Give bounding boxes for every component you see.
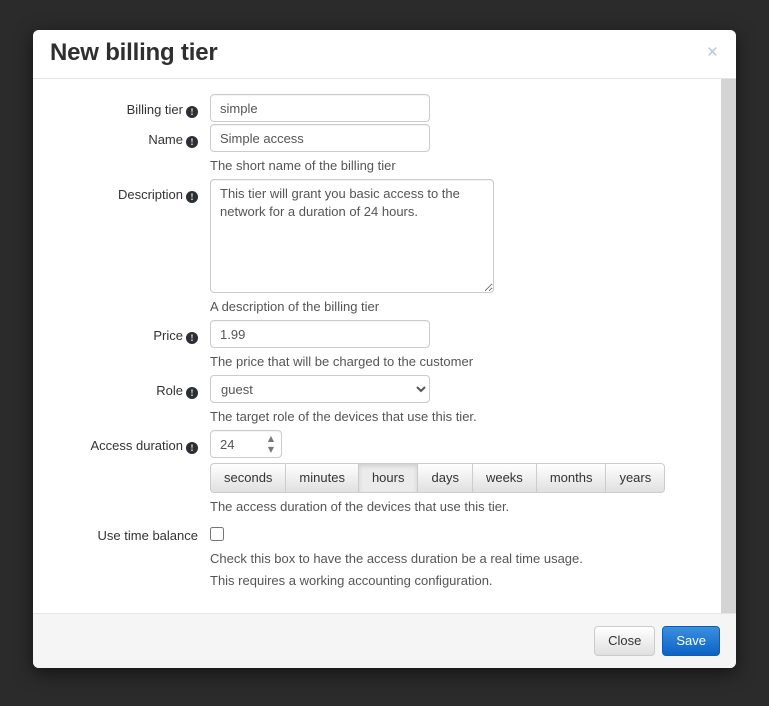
name-control: The short name of the billing tier <box>210 124 721 179</box>
stepper-down-icon[interactable]: ▼ <box>264 444 278 455</box>
name-input[interactable] <box>210 124 430 152</box>
info-icon[interactable]: ! <box>186 136 198 148</box>
billing-tier-label: Billing tier! <box>33 94 210 119</box>
use-time-balance-checkbox[interactable] <box>210 527 224 541</box>
close-icon[interactable]: × <box>703 41 722 64</box>
stepper-up-icon[interactable]: ▲ <box>264 433 278 444</box>
name-label-text: Name <box>148 132 183 147</box>
duration-unit-years[interactable]: years <box>605 463 666 493</box>
price-help: The price that will be charged to the cu… <box>210 354 474 369</box>
field-row-billing-tier: Billing tier! <box>33 94 721 122</box>
role-select[interactable]: guest <box>210 375 430 403</box>
body-scrollbar[interactable] <box>721 79 736 613</box>
scrollbar-thumb[interactable] <box>721 79 736 613</box>
field-row-use-time-balance: Use time balance Check this box to have … <box>33 520 721 594</box>
billing-tier-help: The short name of the billing tier <box>210 158 396 173</box>
role-control: guest The target role of the devices tha… <box>210 375 721 430</box>
price-control: The price that will be charged to the cu… <box>210 320 721 375</box>
description-textarea[interactable]: This tier will grant you basic access to… <box>210 179 494 293</box>
access-duration-label-text: Access duration <box>90 438 184 453</box>
page-title: New billing tier <box>50 39 218 66</box>
role-help: The target role of the devices that use … <box>210 409 477 424</box>
close-button[interactable]: Close <box>594 626 656 656</box>
field-row-description: Description! This tier will grant you ba… <box>33 179 721 320</box>
billing-tier-label-text: Billing tier <box>126 102 183 117</box>
save-button[interactable]: Save <box>662 626 720 656</box>
access-duration-help: The access duration of the devices that … <box>210 499 510 514</box>
modal-footer: Close Save <box>33 613 736 668</box>
modal-body: Billing tier! Name! The short name of th… <box>33 79 736 613</box>
info-icon[interactable]: ! <box>186 191 198 203</box>
field-row-name: Name! The short name of the billing tier <box>33 124 721 179</box>
description-label-text: Description <box>117 187 183 202</box>
access-duration-stepper[interactable]: ▲ ▼ <box>210 430 282 458</box>
duration-unit-weeks[interactable]: weeks <box>471 463 536 493</box>
info-icon[interactable]: ! <box>186 442 198 454</box>
field-row-access-duration: Access duration! ▲ ▼ secondsminuteshours… <box>33 430 721 520</box>
info-icon[interactable]: ! <box>186 332 198 344</box>
description-label: Description! <box>33 179 210 204</box>
duration-unit-minutes[interactable]: minutes <box>285 463 358 493</box>
use-time-balance-control: Check this box to have the access durati… <box>210 520 721 594</box>
stepper-buttons: ▲ ▼ <box>264 432 278 456</box>
new-billing-tier-modal: New billing tier × Billing tier! Name! T… <box>33 30 736 668</box>
price-input[interactable] <box>210 320 430 348</box>
name-label: Name! <box>33 124 210 149</box>
duration-unit-button-group: seconds minutes hours days weeks months years <box>210 463 721 493</box>
billing-tier-input[interactable] <box>210 94 430 122</box>
description-control: This tier will grant you basic access to… <box>210 179 721 320</box>
role-label-text: Role <box>156 383 183 398</box>
form-container: Billing tier! Name! The short name of th… <box>33 79 721 613</box>
field-row-price: Price! The price that will be charged to… <box>33 320 721 375</box>
billing-tier-control <box>210 94 721 122</box>
modal-header: New billing tier × <box>33 30 736 79</box>
field-row-role: Role! guest The target role of the devic… <box>33 375 721 430</box>
access-duration-label: Access duration! <box>33 430 210 455</box>
price-label-text: Price <box>153 328 183 343</box>
use-time-balance-help-line1: Check this box to have the access durati… <box>210 551 583 566</box>
access-duration-control: ▲ ▼ secondsminuteshoursdaysweeksmonthsye… <box>210 430 721 520</box>
duration-unit-seconds[interactable]: seconds <box>210 463 286 493</box>
info-icon[interactable]: ! <box>186 106 198 118</box>
duration-unit-hours[interactable]: hours <box>357 463 418 493</box>
price-label: Price! <box>33 320 210 345</box>
description-help: A description of the billing tier <box>210 299 380 314</box>
duration-unit-months[interactable]: months <box>535 463 606 493</box>
role-label: Role! <box>33 375 210 400</box>
use-time-balance-help-line2: This requires a working accounting confi… <box>210 573 493 588</box>
info-icon[interactable]: ! <box>186 387 198 399</box>
use-time-balance-label: Use time balance <box>97 528 198 543</box>
duration-unit-days[interactable]: days <box>417 463 472 493</box>
